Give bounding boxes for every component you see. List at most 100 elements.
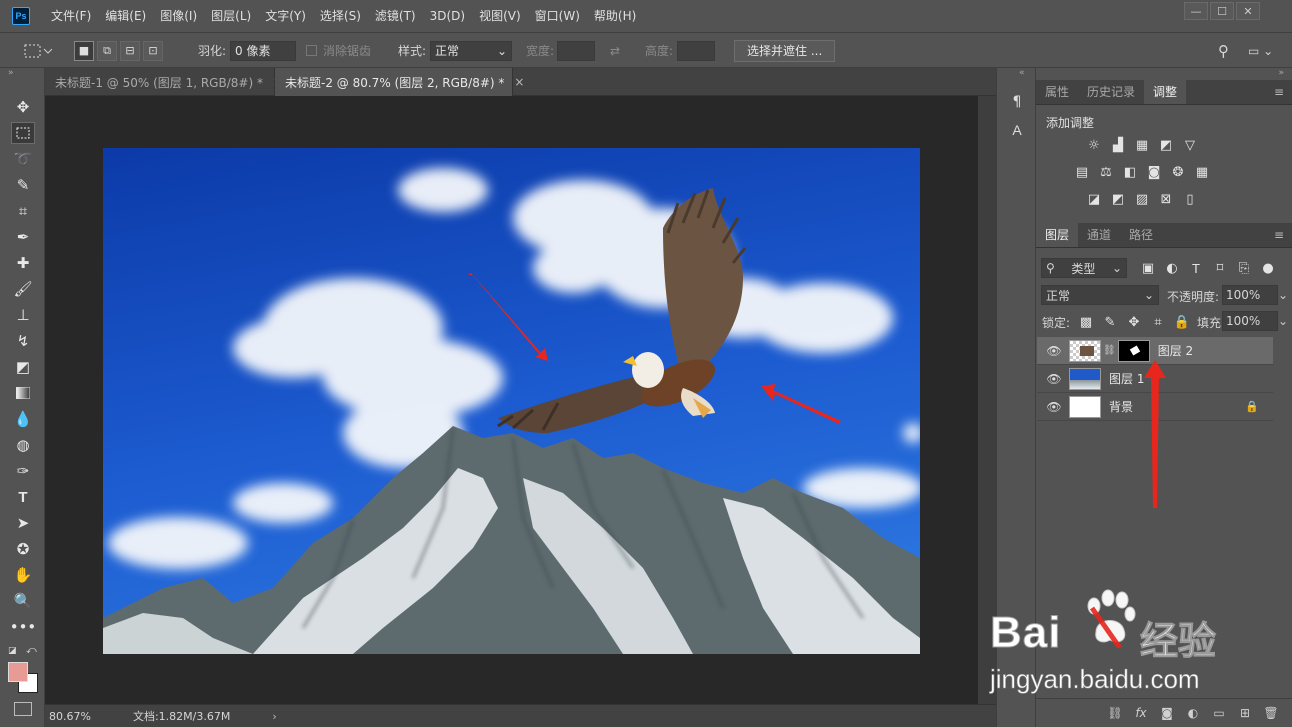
crop-tool-icon[interactable]: ⌗ xyxy=(11,200,35,222)
gradient-map-icon[interactable]: ▯ xyxy=(1178,188,1202,210)
zoom-tool-icon[interactable]: 🔍 xyxy=(11,590,35,612)
move-tool-icon[interactable]: ✥ xyxy=(11,96,35,118)
gradient-tool-icon[interactable] xyxy=(11,382,35,404)
menu-image[interactable]: 图像(I) xyxy=(153,0,204,32)
dodge-tool-icon[interactable]: ◍ xyxy=(11,434,35,456)
type-tool-icon[interactable]: T xyxy=(11,486,35,508)
opacity-input[interactable]: 100% xyxy=(1222,285,1278,305)
healing-brush-tool-icon[interactable]: ✚ xyxy=(11,252,35,274)
tab-document-2[interactable]: 未标题-2 @ 80.7% (图层 2, RGB/8#) * × xyxy=(275,68,524,96)
panel-menu-icon[interactable]: ≡ xyxy=(1274,80,1284,105)
link-layers-icon[interactable]: ⛓ xyxy=(1102,706,1128,720)
mask-link-icon[interactable]: ⛓ xyxy=(1103,345,1116,356)
search-icon[interactable]: ⚲ xyxy=(1218,33,1229,68)
stamp-tool-icon[interactable]: ⊥ xyxy=(11,304,35,326)
collapse-panels-icon[interactable]: « xyxy=(1019,68,1025,78)
tab-channels[interactable]: 通道 xyxy=(1078,223,1120,247)
delete-layer-icon[interactable]: 🗑 xyxy=(1258,706,1284,720)
tab-properties[interactable]: 属性 xyxy=(1036,80,1078,104)
marquee-preset-picker[interactable] xyxy=(22,33,52,68)
minimize-icon[interactable]: — xyxy=(1184,2,1208,20)
curves-icon[interactable]: ▦ xyxy=(1130,134,1154,156)
blur-tool-icon[interactable]: 💧 xyxy=(11,408,35,430)
filter-toggle-icon[interactable]: ● xyxy=(1256,257,1280,279)
visibility-eye-icon[interactable]: 👁 xyxy=(1043,372,1065,386)
close-icon[interactable]: ✕ xyxy=(1236,2,1260,20)
blend-mode-select[interactable]: 正常 ⌄ xyxy=(1041,285,1159,305)
visibility-eye-icon[interactable]: 👁 xyxy=(1043,344,1065,358)
default-colors-icon[interactable]: ◪ xyxy=(8,646,17,656)
swap-dimensions-icon[interactable]: ⇄ xyxy=(610,33,620,68)
more-tools-icon[interactable]: ••• xyxy=(10,616,37,638)
menu-file[interactable]: 文件(F) xyxy=(44,0,98,32)
selective-color-icon[interactable]: ⊠ xyxy=(1154,188,1178,210)
style-select[interactable]: 正常 ⌄ xyxy=(430,40,512,61)
photo-filter-icon[interactable]: ◙ xyxy=(1142,161,1166,183)
document-canvas[interactable] xyxy=(103,148,920,654)
lock-all-icon[interactable]: 🔒 xyxy=(1170,311,1194,333)
menu-type[interactable]: 文字(Y) xyxy=(258,0,313,32)
select-and-mask-button[interactable]: 选择并遮住 ... xyxy=(734,39,836,62)
menu-select[interactable]: 选择(S) xyxy=(313,0,368,32)
visibility-eye-icon[interactable]: 👁 xyxy=(1043,400,1065,414)
opacity-chevron-icon[interactable]: ⌄ xyxy=(1278,285,1291,305)
shape-tool-icon[interactable]: ✪ xyxy=(11,538,35,560)
rect-marquee-tool-icon[interactable] xyxy=(11,122,35,144)
lock-pixels-icon[interactable]: ✎ xyxy=(1098,311,1122,333)
pixel-filter-icon[interactable]: ▣ xyxy=(1136,257,1160,279)
levels-icon[interactable]: ▟ xyxy=(1106,134,1130,156)
lock-artboard-icon[interactable]: ⌗ xyxy=(1146,311,1170,333)
subtract-selection-icon[interactable]: ⊟ xyxy=(120,40,140,61)
exposure-icon[interactable]: ◩ xyxy=(1154,134,1178,156)
tab-paths[interactable]: 路径 xyxy=(1120,223,1162,247)
menu-3d[interactable]: 3D(D) xyxy=(423,0,472,32)
layer-mask-thumbnail[interactable] xyxy=(1117,339,1150,362)
layer-name[interactable]: 图层 2 xyxy=(1158,342,1193,359)
width-input[interactable] xyxy=(557,40,595,61)
threshold-icon[interactable]: ▨ xyxy=(1130,188,1154,210)
tab-history[interactable]: 历史记录 xyxy=(1078,80,1144,104)
collapse-toolbar-icon[interactable]: » xyxy=(8,68,14,78)
height-input[interactable] xyxy=(677,40,715,61)
brush-tool-icon[interactable]: 🖌 xyxy=(11,278,35,300)
zoom-level[interactable]: 80.67% xyxy=(49,710,91,723)
add-mask-icon[interactable]: ◙ xyxy=(1154,706,1180,720)
color-balance-icon[interactable]: ⚖ xyxy=(1094,161,1118,183)
menu-filter[interactable]: 滤镜(T) xyxy=(368,0,423,32)
shape-filter-icon[interactable]: ⌑ xyxy=(1208,257,1232,279)
fill-input[interactable]: 100% xyxy=(1222,311,1278,331)
workspace-icon[interactable]: ▭ ⌄ xyxy=(1248,33,1273,68)
layer-name[interactable]: 背景 xyxy=(1109,398,1133,415)
add-selection-icon[interactable]: ⧉ xyxy=(97,40,117,61)
new-selection-icon[interactable]: ■ xyxy=(74,40,94,61)
eraser-tool-icon[interactable]: ◩ xyxy=(11,356,35,378)
character-panel-icon[interactable]: A xyxy=(1005,118,1029,142)
close-tab-icon[interactable]: × xyxy=(514,75,524,89)
channel-mixer-icon[interactable]: ❂ xyxy=(1166,161,1190,183)
status-menu-chevron-icon[interactable]: › xyxy=(272,710,276,723)
eyedropper-tool-icon[interactable]: ✒ xyxy=(11,226,35,248)
path-select-tool-icon[interactable]: ➤ xyxy=(11,512,35,534)
foreground-color-swatch[interactable] xyxy=(8,662,28,682)
pen-tool-icon[interactable]: ✑ xyxy=(11,460,35,482)
antialias-checkbox[interactable]: 消除锯齿 xyxy=(306,33,371,68)
history-brush-tool-icon[interactable]: ↯ xyxy=(11,330,35,352)
lasso-tool-icon[interactable]: ➰ xyxy=(11,148,35,170)
type-filter-icon[interactable]: T xyxy=(1184,257,1208,279)
quick-select-tool-icon[interactable]: ✎ xyxy=(11,174,35,196)
menu-help[interactable]: 帮助(H) xyxy=(587,0,643,32)
lock-position-icon[interactable]: ✥ xyxy=(1122,311,1146,333)
quick-mask-icon[interactable] xyxy=(14,702,32,716)
menu-edit[interactable]: 编辑(E) xyxy=(98,0,153,32)
layer-filter-select[interactable]: ⚲ 类型 ⌄ xyxy=(1041,258,1127,278)
layers-menu-icon[interactable]: ≡ xyxy=(1274,223,1284,248)
hand-tool-icon[interactable]: ✋ xyxy=(11,564,35,586)
smart-object-filter-icon[interactable]: ⎘ xyxy=(1232,257,1256,279)
tab-document-1[interactable]: 未标题-1 @ 50% (图层 1, RGB/8#) *× xyxy=(45,68,283,96)
new-group-icon[interactable]: ▭ xyxy=(1206,706,1232,720)
posterize-icon[interactable]: ◩ xyxy=(1106,188,1130,210)
tab-adjustments[interactable]: 调整 xyxy=(1144,80,1187,104)
vibrance-icon[interactable]: ▽ xyxy=(1178,134,1202,156)
expand-panels-icon[interactable]: » xyxy=(1278,68,1284,78)
lock-transparency-icon[interactable]: ▩ xyxy=(1074,311,1098,333)
